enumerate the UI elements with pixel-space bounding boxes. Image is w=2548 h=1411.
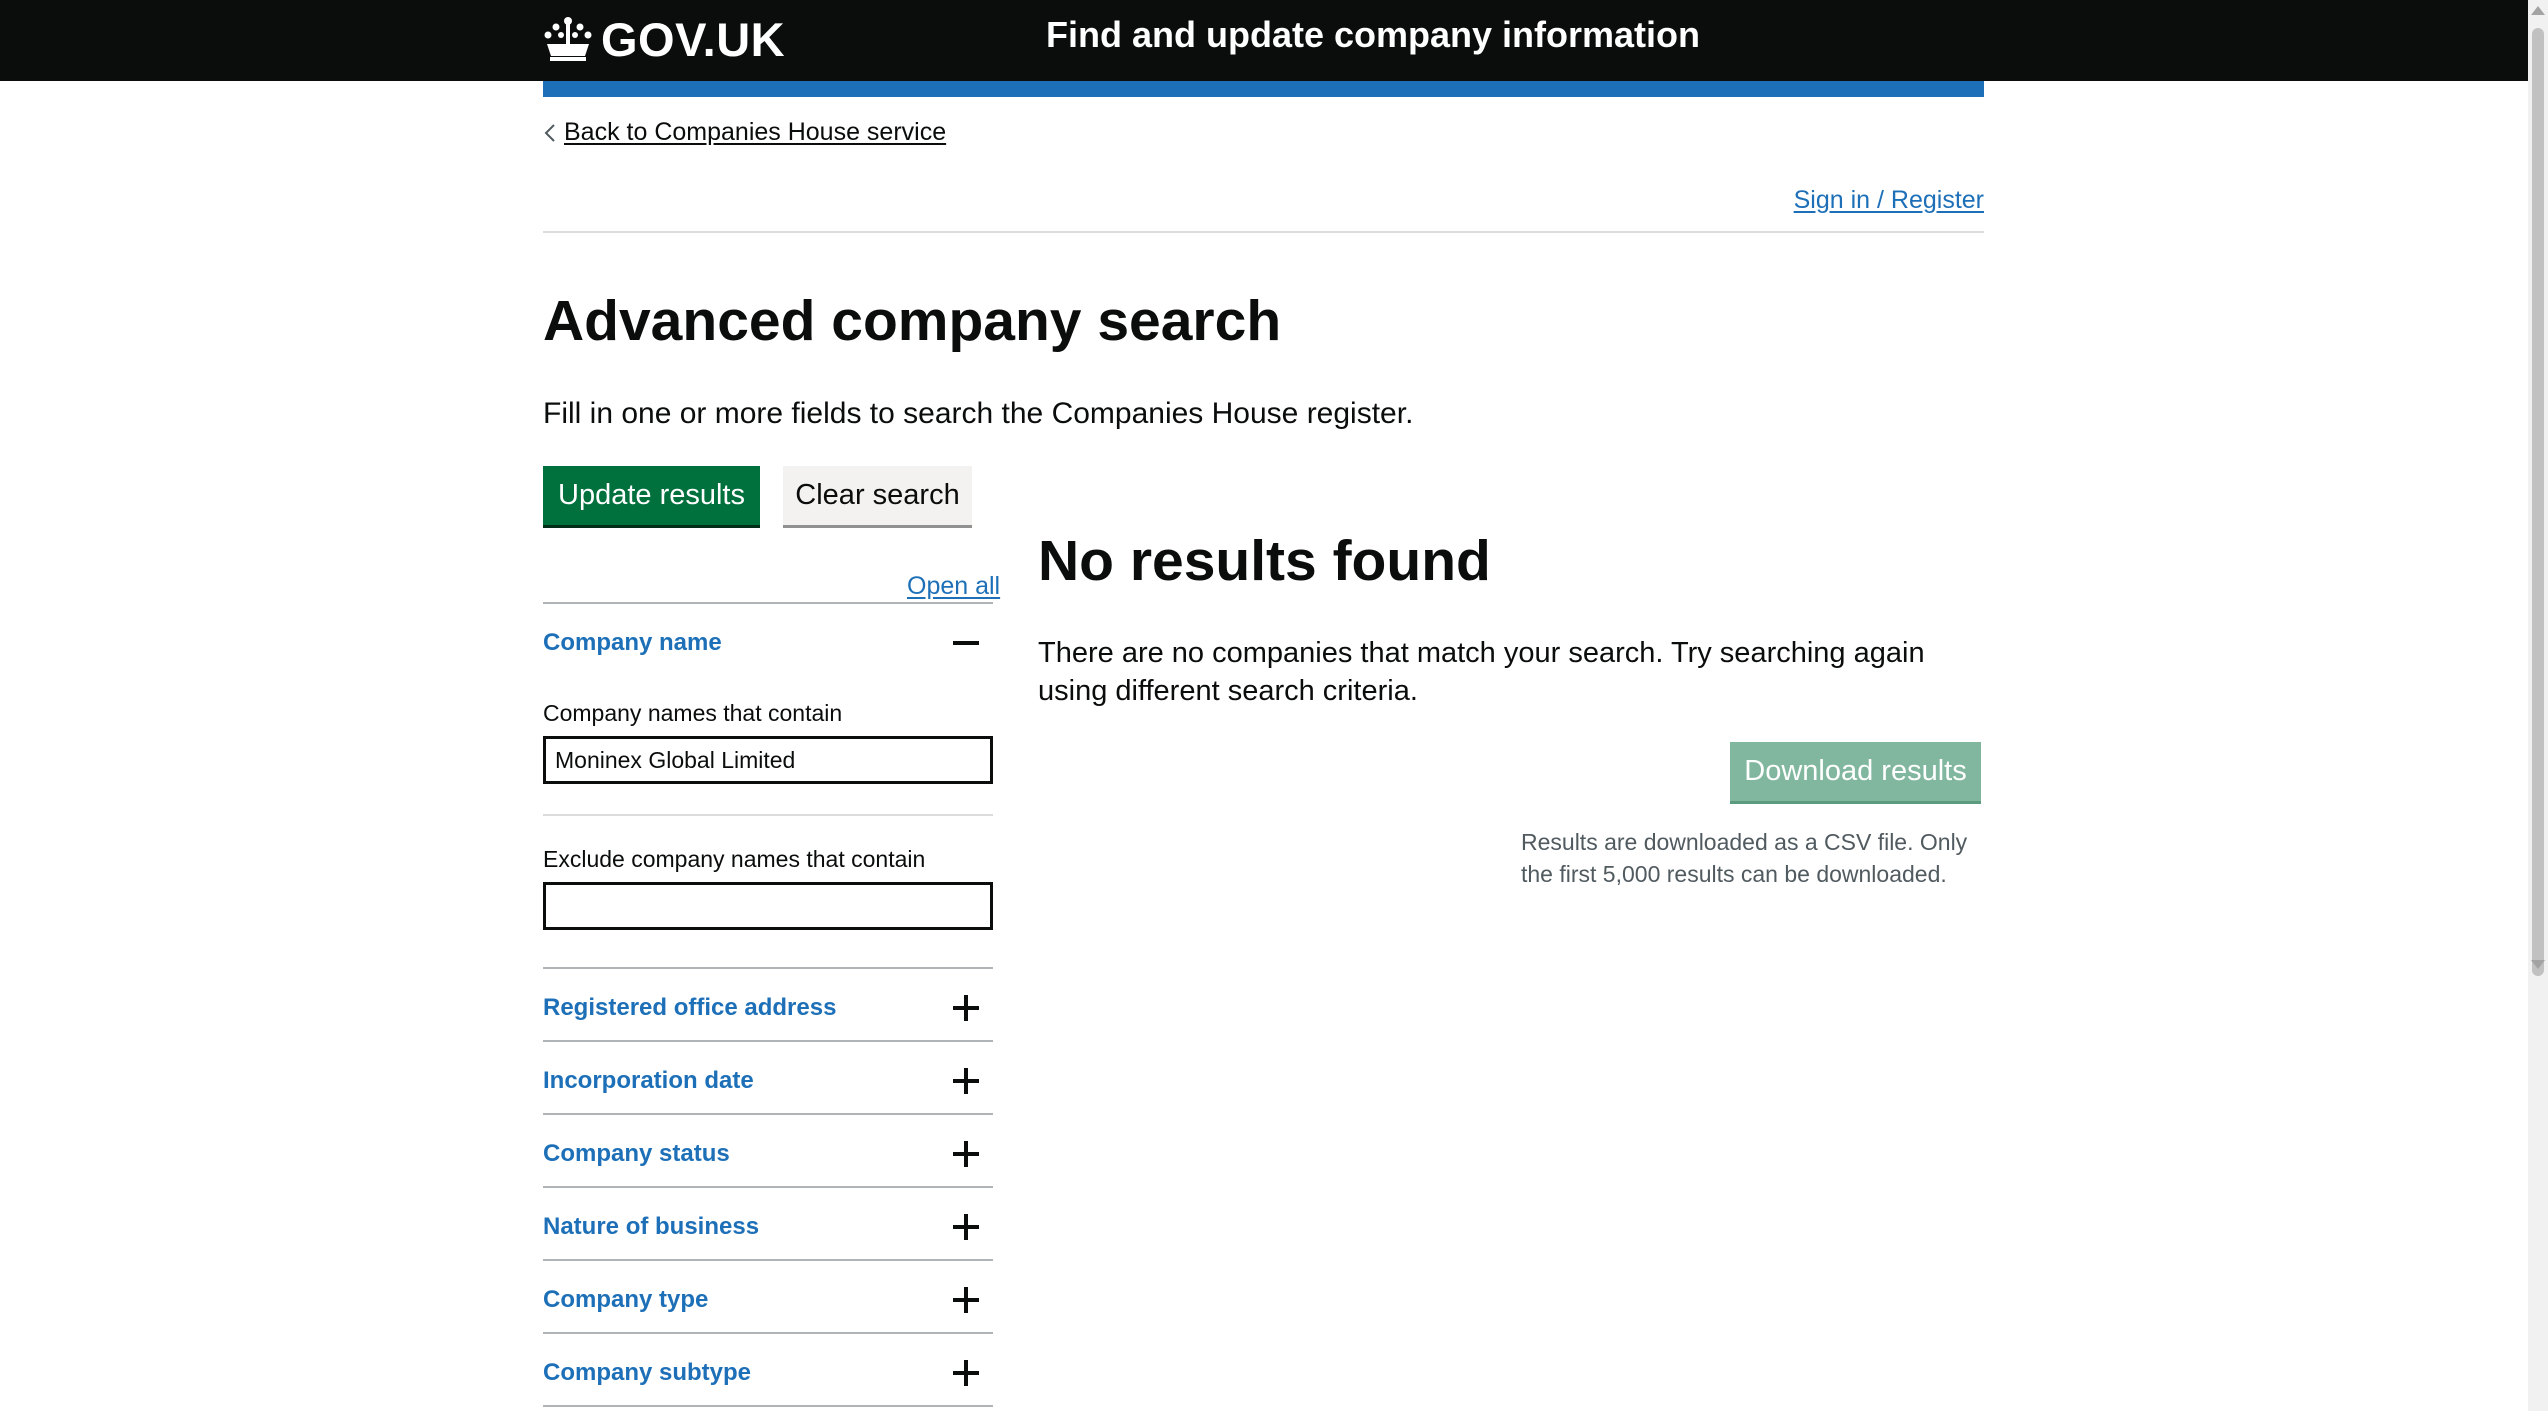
filter-section-label: Company subtype <box>543 1359 752 1386</box>
field-divider <box>543 814 993 816</box>
filter-section-incorporation-date[interactable]: Incorporation date <box>543 1061 993 1101</box>
logo-text: GOV.UK <box>601 12 786 66</box>
filter-divider <box>543 1113 993 1115</box>
filter-divider <box>543 1040 993 1042</box>
filter-section-label: Company status <box>543 1140 730 1167</box>
filter-section-label: Nature of business <box>543 1213 760 1240</box>
download-results-button[interactable]: Download results <box>1730 742 1981 801</box>
clear-search-button[interactable]: Clear search <box>783 466 972 525</box>
filter-section-company-name[interactable]: Company name <box>543 623 993 663</box>
plus-icon <box>953 995 979 1021</box>
service-name[interactable]: Find and update company information <box>1046 14 1700 56</box>
filter-divider <box>543 602 993 604</box>
header-divider <box>543 231 1984 233</box>
no-results-heading: No results found <box>1038 529 1491 593</box>
filter-divider <box>543 1332 993 1334</box>
plus-icon <box>953 1214 979 1240</box>
govuk-logo[interactable]: GOV.UK <box>543 12 786 66</box>
company-name-exclude-input[interactable] <box>543 882 993 930</box>
filter-divider <box>543 1186 993 1188</box>
plus-icon <box>953 1068 979 1094</box>
sign-in-link[interactable]: Sign in / Register <box>1794 186 1984 215</box>
back-link-container[interactable]: Back to Companies House service <box>543 118 946 147</box>
plus-icon <box>953 1360 979 1386</box>
filter-section-company-status[interactable]: Company status <box>543 1134 993 1174</box>
header-blue-bar <box>543 81 1984 97</box>
filter-section-label: Company name <box>543 629 722 656</box>
filter-divider <box>543 1259 993 1261</box>
lead-text: Fill in one or more fields to search the… <box>543 397 1414 430</box>
filter-section-label: Incorporation date <box>543 1067 754 1094</box>
scroll-up-arrow-icon[interactable] <box>2531 6 2545 15</box>
company-name-contain-input[interactable] <box>543 736 993 784</box>
open-all-link[interactable]: Open all <box>907 572 1000 601</box>
download-note: Results are downloaded as a CSV file. On… <box>1521 829 1968 887</box>
company-name-contain-label: Company names that contain <box>543 700 843 726</box>
company-name-exclude-label: Exclude company names that contain <box>543 846 926 872</box>
filter-divider <box>543 967 993 969</box>
update-results-button[interactable]: Update results <box>543 466 760 525</box>
filter-section-registered-office-address[interactable]: Registered office address <box>543 988 993 1028</box>
site-header: GOV.UK Find and update company informati… <box>0 0 2528 81</box>
filter-divider <box>543 1405 993 1407</box>
minus-icon <box>953 630 979 656</box>
crown-icon <box>544 17 592 61</box>
back-link[interactable]: Back to Companies House service <box>564 118 946 147</box>
no-results-message: There are no companies that match your s… <box>1038 637 1925 707</box>
plus-icon <box>953 1141 979 1167</box>
filter-section-label: Registered office address <box>543 994 837 1021</box>
scrollbar-thumb[interactable] <box>2532 28 2544 976</box>
chevron-left-icon <box>544 123 555 142</box>
plus-icon <box>953 1287 979 1313</box>
filter-section-nature-of-business[interactable]: Nature of business <box>543 1207 993 1247</box>
filter-section-label: Company type <box>543 1286 709 1313</box>
scroll-down-arrow-icon[interactable] <box>2531 960 2545 969</box>
page-title: Advanced company search <box>543 289 1282 353</box>
filter-section-company-type[interactable]: Company type <box>543 1280 993 1320</box>
filter-section-company-subtype[interactable]: Company subtype <box>543 1353 993 1393</box>
